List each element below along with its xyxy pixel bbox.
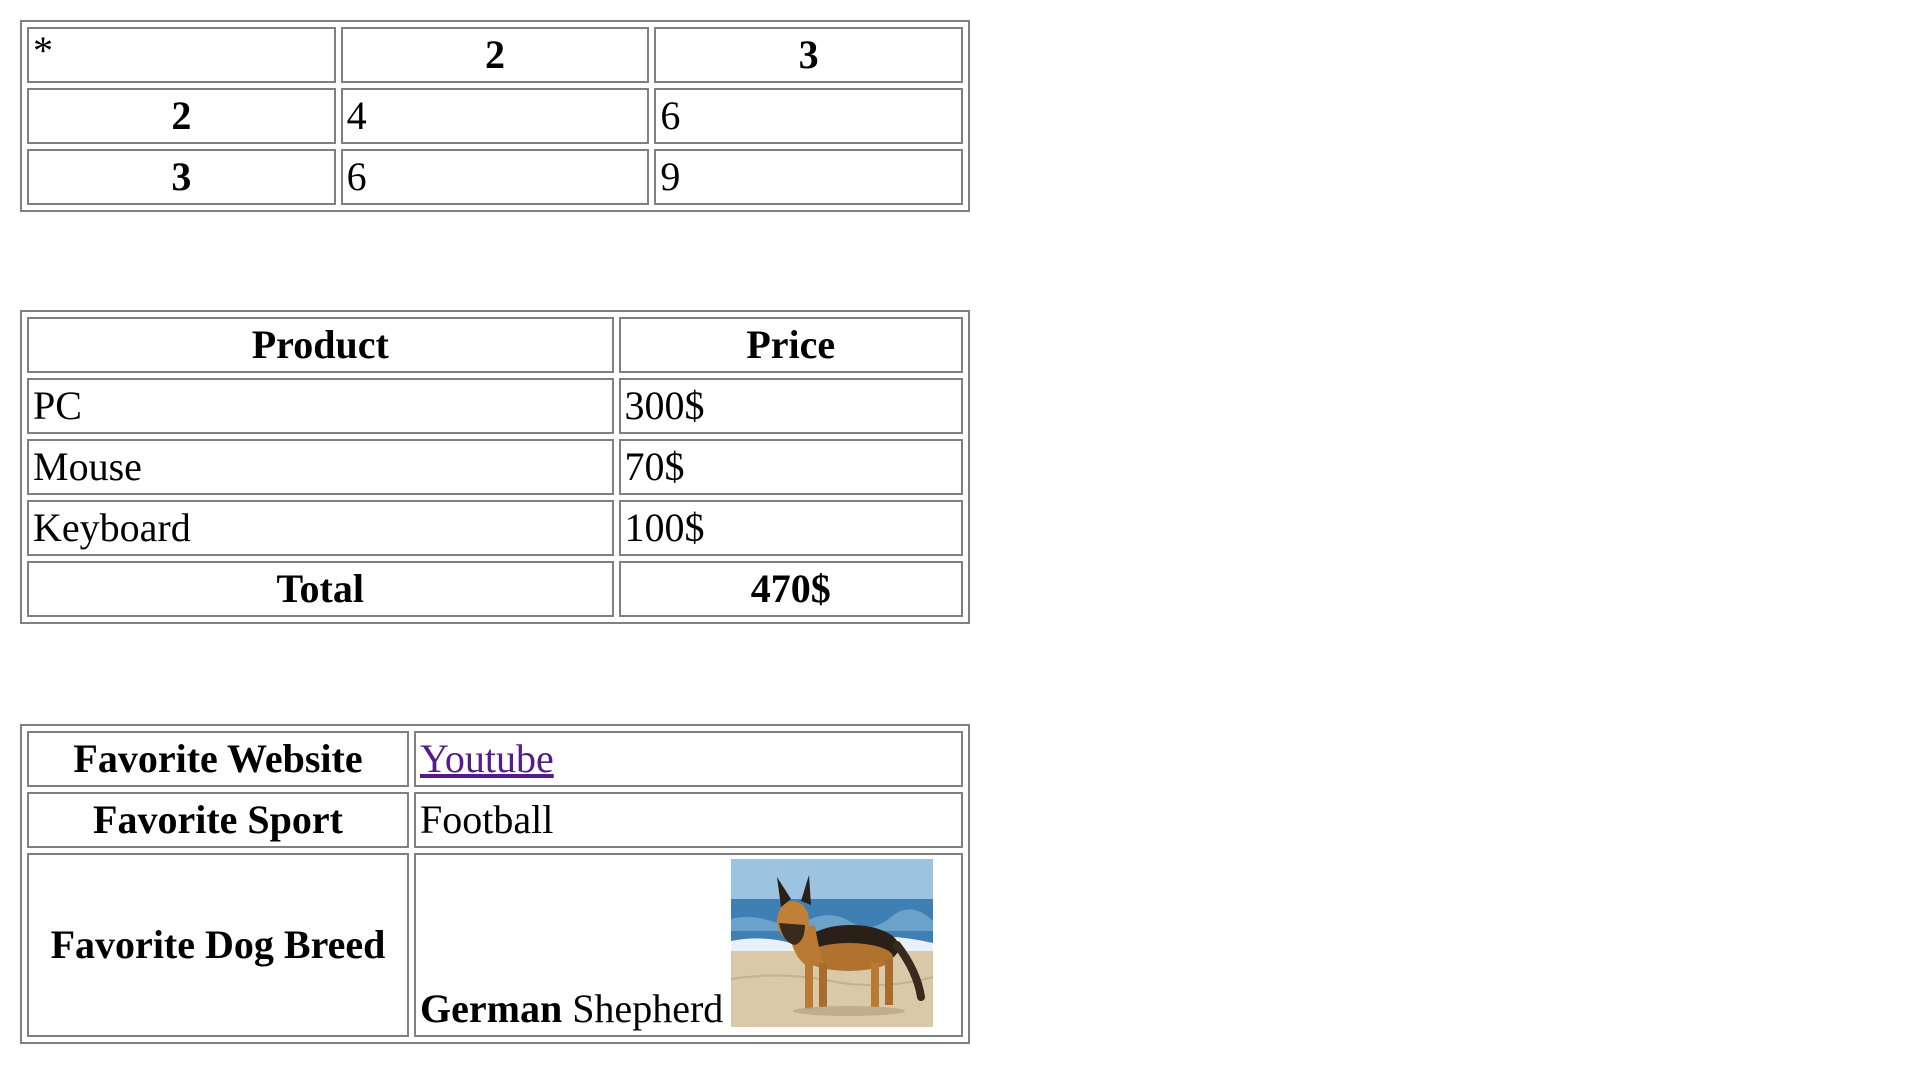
column-header: 2 bbox=[340, 27, 650, 83]
favorite-website-value: Youtube bbox=[414, 731, 963, 787]
product-name-cell: PC bbox=[27, 378, 614, 434]
product-column-header: Product bbox=[27, 317, 614, 373]
dog-breed-rest: Shepherd bbox=[562, 986, 724, 1031]
table-header-row: Product Price bbox=[27, 317, 963, 373]
table-row: PC 300$ bbox=[27, 378, 963, 434]
table-cell: 4 bbox=[340, 88, 650, 144]
table-cell: 6 bbox=[654, 88, 963, 144]
german-shepherd-photo bbox=[731, 859, 934, 1027]
table-cell: 6 bbox=[340, 149, 650, 205]
table-cell: 9 bbox=[654, 149, 963, 205]
product-name-cell: Keyboard bbox=[27, 500, 614, 556]
favorite-sport-value: Football bbox=[414, 792, 963, 848]
product-name-cell: Mouse bbox=[27, 439, 614, 495]
dog-breed-bold: German bbox=[420, 986, 563, 1031]
table-row: Favorite Dog Breed German Shepherd bbox=[27, 853, 963, 1037]
multiplication-table: * 2 3 2 4 6 3 6 9 bbox=[20, 20, 970, 212]
favorites-table: Favorite Website Youtube Favorite Sport … bbox=[20, 724, 970, 1044]
corner-cell: * bbox=[27, 27, 336, 83]
table-row: Favorite Sport Football bbox=[27, 792, 963, 848]
column-header: 3 bbox=[654, 27, 963, 83]
table-row: * 2 3 bbox=[27, 27, 963, 83]
row-header: 2 bbox=[27, 88, 336, 144]
page: * 2 3 2 4 6 3 6 9 Product Price PC 300$ … bbox=[0, 0, 1920, 1080]
table-row: Favorite Website Youtube bbox=[27, 731, 963, 787]
favorite-website-label: Favorite Website bbox=[27, 731, 409, 787]
total-value: 470$ bbox=[618, 561, 963, 617]
price-column-header: Price bbox=[618, 317, 963, 373]
table-row: 3 6 9 bbox=[27, 149, 963, 205]
favorite-dog-value: German Shepherd bbox=[414, 853, 963, 1037]
row-header: 3 bbox=[27, 149, 336, 205]
favorite-sport-label: Favorite Sport bbox=[27, 792, 409, 848]
table-row: Mouse 70$ bbox=[27, 439, 963, 495]
dog-breed-text: German Shepherd bbox=[420, 987, 723, 1031]
table-row: 2 4 6 bbox=[27, 88, 963, 144]
price-cell: 100$ bbox=[618, 500, 963, 556]
price-cell: 70$ bbox=[618, 439, 963, 495]
youtube-link[interactable]: Youtube bbox=[420, 736, 554, 781]
price-cell: 300$ bbox=[618, 378, 963, 434]
favorite-dog-label: Favorite Dog Breed bbox=[27, 853, 409, 1037]
table-row: Keyboard 100$ bbox=[27, 500, 963, 556]
total-label: Total bbox=[27, 561, 614, 617]
product-table: Product Price PC 300$ Mouse 70$ Keyboard… bbox=[20, 310, 970, 624]
total-row: Total 470$ bbox=[27, 561, 963, 617]
